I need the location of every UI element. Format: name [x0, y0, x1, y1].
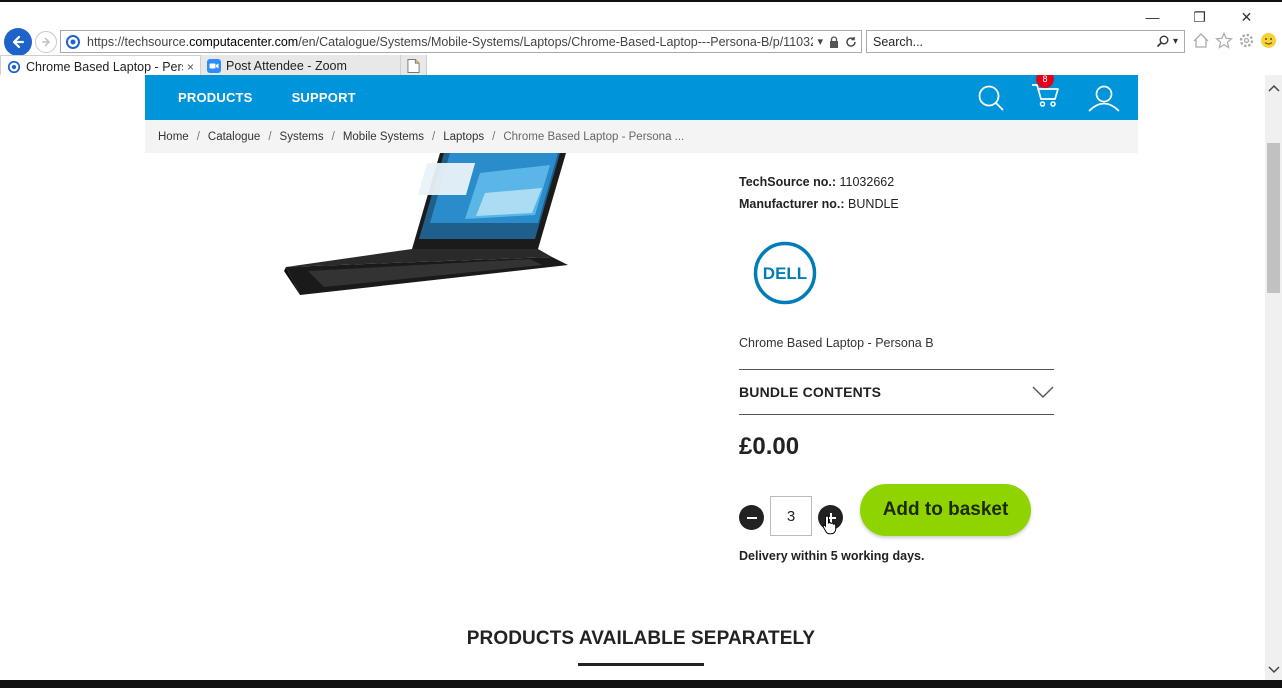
site-navigation: PRODUCTS SUPPORT 8: [145, 75, 1138, 120]
breadcrumb: Home / Catalogue / Systems / Mobile Syst…: [145, 120, 1138, 153]
new-tab-button[interactable]: [401, 55, 427, 77]
nav-support[interactable]: SUPPORT: [292, 90, 356, 105]
product-image[interactable]: [280, 153, 570, 298]
chevron-down-icon: [1032, 386, 1054, 398]
browser-toolbar-icons: [1192, 32, 1277, 49]
search-icon[interactable]: [1156, 35, 1169, 48]
minus-icon: [746, 516, 757, 519]
restore-button[interactable]: ❐: [1176, 6, 1223, 28]
quantity-decrease-button[interactable]: [739, 505, 764, 530]
breadcrumb-mobile-systems[interactable]: Mobile Systems: [343, 131, 424, 143]
dropdown-arrow-icon[interactable]: ▾: [817, 35, 823, 48]
tab-close-icon[interactable]: ×: [187, 60, 194, 74]
scroll-down-icon[interactable]: [1265, 661, 1282, 678]
browser-search-box[interactable]: Search... ▾: [866, 30, 1185, 53]
page-viewport: PRODUCTS SUPPORT 8 Home / Catalogue / Sy…: [0, 75, 1265, 680]
breadcrumb-catalogue[interactable]: Catalogue: [208, 131, 260, 143]
bundle-contents-label: BUNDLE CONTENTS: [739, 384, 882, 400]
settings-gear-icon[interactable]: [1238, 32, 1255, 49]
home-icon[interactable]: [1192, 32, 1210, 49]
breadcrumb-laptops[interactable]: Laptops: [443, 131, 484, 143]
search-dropdown-icon[interactable]: ▾: [1173, 36, 1178, 47]
breadcrumb-current: Chrome Based Laptop - Persona ...: [503, 130, 685, 143]
product-price: £0.00: [739, 433, 800, 460]
manufacturer-number: Manufacturer no.: BUNDLE: [739, 197, 899, 211]
hand-cursor-icon: [822, 515, 837, 535]
close-window-button[interactable]: ✕: [1223, 6, 1270, 28]
bundle-contents-toggle[interactable]: BUNDLE CONTENTS: [739, 369, 1054, 415]
product-details: TechSource no.: 11032662 Manufacturer no…: [739, 171, 1059, 215]
tab-chrome-based-laptop[interactable]: Chrome Based Laptop - Pers... ×: [0, 55, 201, 77]
minimize-button[interactable]: —: [1129, 6, 1176, 28]
search-placeholder: Search...: [873, 34, 924, 49]
quantity-input[interactable]: [770, 496, 812, 536]
new-tab-icon: [407, 59, 420, 73]
breadcrumb-separator: /: [432, 130, 436, 143]
page-scrollbar[interactable]: [1265, 75, 1282, 680]
cart-button[interactable]: 8: [1031, 75, 1061, 113]
search-icon[interactable]: [977, 84, 1005, 112]
lock-icon[interactable]: [829, 35, 839, 48]
techsource-number: TechSource no.: 11032662: [739, 175, 895, 189]
window-controls: — ❐ ✕: [1129, 6, 1270, 28]
product-name: Chrome Based Laptop - Persona B: [739, 336, 934, 350]
tab-label: Chrome Based Laptop - Pers...: [26, 59, 183, 74]
forward-button[interactable]: [35, 31, 57, 53]
zoom-icon: [207, 59, 221, 73]
account-user-icon[interactable]: [1087, 84, 1121, 112]
back-button[interactable]: [4, 28, 32, 56]
breadcrumb-separator: /: [331, 130, 335, 143]
tab-strip: Chrome Based Laptop - Pers... × Post Att…: [0, 55, 427, 77]
address-bar[interactable]: https://techsource.computacenter.com/en/…: [60, 30, 862, 53]
breadcrumb-separator: /: [268, 130, 272, 143]
section-title: PRODUCTS AVAILABLE SEPARATELY: [466, 628, 816, 649]
browser-chrome: — ❐ ✕ https://techsource.computacenter.c…: [0, 0, 1282, 77]
refresh-icon[interactable]: [845, 36, 857, 48]
breadcrumb-home[interactable]: Home: [158, 131, 189, 143]
tab-label: Post Attendee - Zoom: [226, 59, 347, 73]
scroll-up-icon[interactable]: [1265, 79, 1282, 96]
feedback-smiley-icon[interactable]: [1260, 32, 1277, 49]
breadcrumb-separator: /: [492, 130, 496, 143]
arrow-right-icon: [42, 37, 51, 47]
breadcrumb-systems[interactable]: Systems: [280, 131, 324, 143]
dell-logo: DELL: [753, 241, 817, 305]
taskbar: [0, 680, 1282, 688]
site-favicon-icon: [7, 60, 21, 73]
svg-text:DELL: DELL: [763, 264, 807, 283]
address-url: https://techsource.computacenter.com/en/…: [87, 34, 814, 49]
section-underline: [578, 663, 704, 666]
delivery-info: Delivery within 5 working days.: [739, 549, 925, 563]
favorites-star-icon[interactable]: [1215, 32, 1233, 49]
scrollbar-thumb[interactable]: [1267, 143, 1280, 293]
tab-post-attendee-zoom[interactable]: Post Attendee - Zoom: [201, 55, 401, 77]
arrow-left-icon: [12, 35, 25, 49]
add-to-basket-button[interactable]: Add to basket: [860, 484, 1031, 536]
nav-products[interactable]: PRODUCTS: [178, 90, 253, 105]
site-favicon-icon: [66, 34, 80, 49]
breadcrumb-separator: /: [196, 130, 200, 143]
